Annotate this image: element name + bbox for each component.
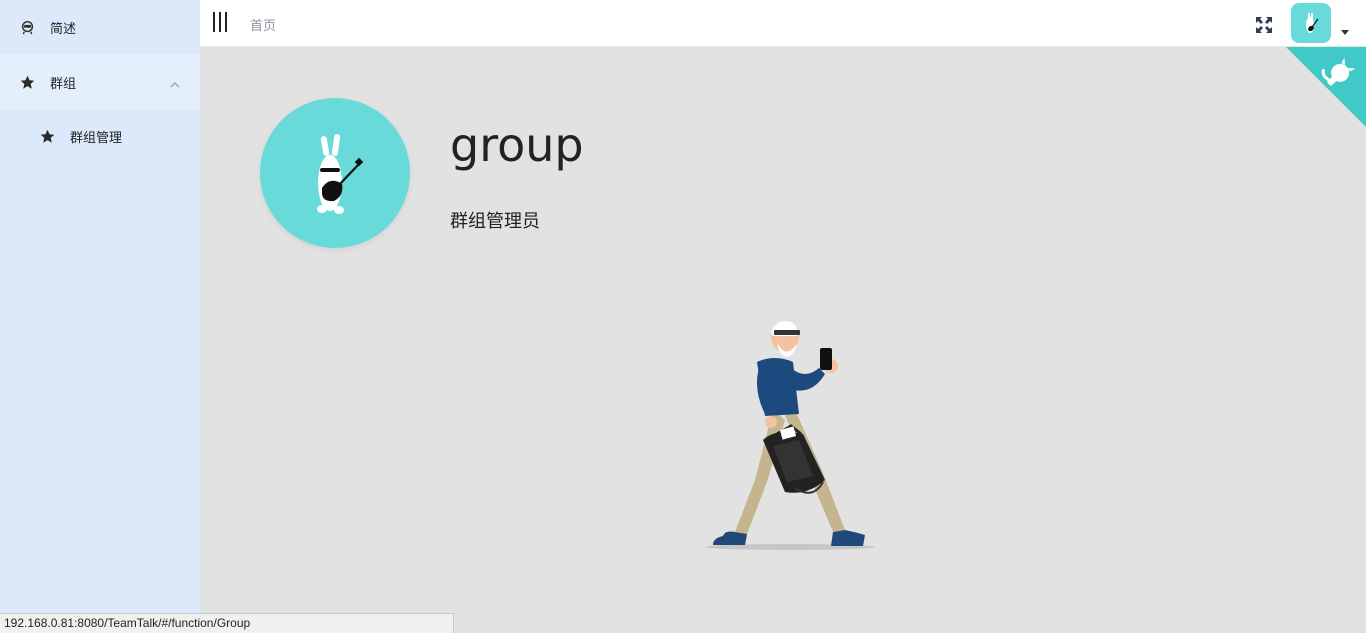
octocat-icon [1286,47,1366,127]
profile-role: 群组管理员 [450,211,540,232]
sidebar-item-label: 简述 [50,21,77,37]
star-icon [40,129,55,144]
hamburger-icon[interactable] [213,12,229,32]
profile-avatar [260,98,410,248]
star-icon [20,75,35,90]
top-navbar: 首页 [200,0,1366,47]
github-corner-link[interactable] [1286,47,1366,127]
sidebar-item-group-manage[interactable]: 群组管理 [0,110,200,162]
sidebar-item-label: 群组 [50,76,77,92]
sidebar-item-label: 群组管理 [70,130,123,146]
caret-down-icon[interactable] [1341,30,1349,35]
sidebar-item-group[interactable]: 群组 [0,54,200,110]
sidebar-item-overview[interactable]: 简述 [0,0,200,54]
breadcrumb-home[interactable]: 首页 [250,15,276,34]
browser-status-url: 192.168.0.81:8080/TeamTalk/#/function/Gr… [0,613,454,633]
chevron-up-icon[interactable] [170,75,180,88]
profile-name: group [450,118,584,172]
user-avatar[interactable] [1291,3,1331,43]
walking-man-illustration [695,310,880,555]
fullscreen-icon[interactable] [1254,15,1274,35]
robot-face-icon [20,20,35,35]
sidebar: 简述 群组 群组管理 [0,0,200,633]
